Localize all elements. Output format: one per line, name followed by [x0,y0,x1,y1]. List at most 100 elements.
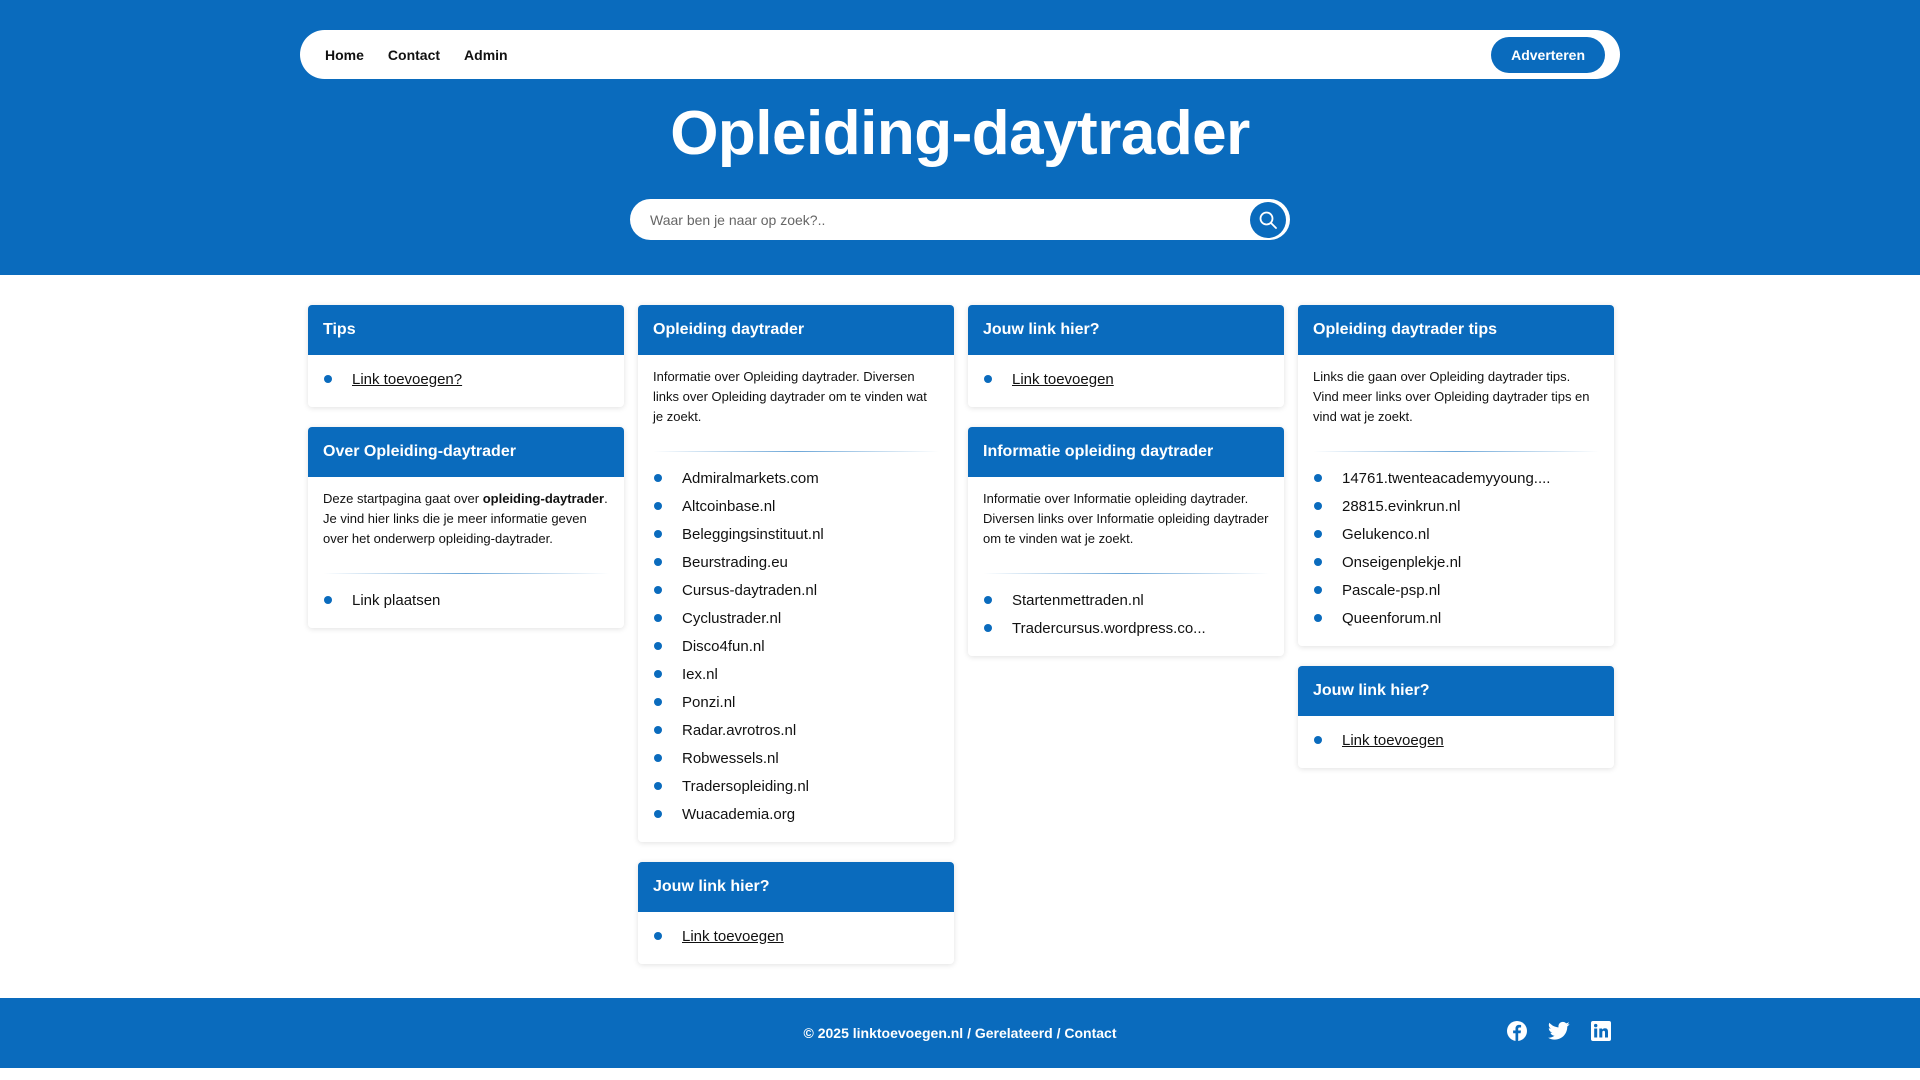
site-link[interactable]: Beleggingsinstituut.nl [682,526,824,543]
site-link[interactable]: 28815.evinkrun.nl [1342,498,1460,515]
nav-admin[interactable]: Admin [464,47,508,63]
card-opleiding-tips: Opleiding daytrader tips Links die gaan … [1298,305,1614,646]
facebook-icon[interactable] [1506,1020,1528,1042]
site-link[interactable]: Pascale-psp.nl [1342,582,1440,599]
card-title: Jouw link hier? [638,862,954,912]
card-title: Jouw link hier? [968,305,1284,355]
site-link[interactable]: Robwessels.nl [682,750,779,767]
site-link[interactable]: Wuacademia.org [682,806,795,823]
link-toevoegen[interactable]: Link toevoegen [1012,371,1114,388]
bullet-icon [654,642,662,650]
bullet-icon [984,596,992,604]
bullet-icon [654,754,662,762]
footer-separator: / [1052,1025,1065,1041]
site-link[interactable]: 14761.twenteacademyyoung.... [1342,470,1550,487]
site-link[interactable]: Radar.avrotros.nl [682,722,796,739]
list-item: Ponzi.nl [653,688,939,716]
link-list: Link toevoegen? [323,365,609,393]
list-item: Link toevoegen [1313,726,1599,754]
site-link[interactable]: Disco4fun.nl [682,638,765,655]
site-link[interactable]: Beurstrading.eu [682,554,788,571]
list-item: Robwessels.nl [653,744,939,772]
card-informatie: Informatie opleiding daytrader Informati… [968,427,1284,656]
site-link[interactable]: Gelukenco.nl [1342,526,1430,543]
list-item: Startenmettraden.nl [983,586,1269,614]
card-jouw-link: Jouw link hier? Link toevoegen [638,862,954,964]
card-description: Links die gaan over Opleiding daytrader … [1313,369,1590,424]
bullet-icon [654,698,662,706]
list-item: Gelukenco.nl [1313,520,1599,548]
bullet-icon [984,624,992,632]
site-link[interactable]: Iex.nl [682,666,718,683]
list-item: Pascale-psp.nl [1313,576,1599,604]
footer-separator: / [963,1025,975,1041]
related-link[interactable]: Gerelateerd [975,1025,1053,1041]
social-links [1506,1020,1612,1042]
card-body: Link toevoegen [968,355,1284,407]
site-link[interactable]: Cyclustrader.nl [682,610,781,627]
card-description: Deze startpagina gaat over opleiding-day… [323,487,609,549]
site-link[interactable]: Startenmettraden.nl [1012,592,1144,609]
card-title: Tips [308,305,624,355]
card-body: Informatie over Opleiding daytrader. Div… [638,355,954,441]
card-title: Informatie opleiding daytrader [968,427,1284,477]
site-link[interactable]: Ponzi.nl [682,694,735,711]
site-link[interactable]: Cursus-daytraden.nl [682,582,817,599]
column-2: Opleiding daytrader Informatie over Ople… [638,305,954,984]
list-item: Beleggingsinstituut.nl [653,520,939,548]
column-1: Tips Link toevoegen? Over Opleiding-dayt… [308,305,624,648]
card-title: Opleiding daytrader [638,305,954,355]
bullet-icon [654,558,662,566]
nav-contact[interactable]: Contact [388,47,440,63]
site-link[interactable]: Altcoinbase.nl [682,498,775,515]
bullet-icon [654,726,662,734]
list-item: Altcoinbase.nl [653,492,939,520]
bullet-icon [1314,586,1322,594]
list-item: Link toevoegen [983,365,1269,393]
card-links: Startenmettraden.nl Tradercursus.wordpres… [968,586,1284,656]
link-plaatsen[interactable]: Link plaatsen [352,592,440,609]
list-item: Link plaatsen [323,586,609,614]
column-4: Opleiding daytrader tips Links die gaan … [1298,305,1614,788]
card-links: Admiralmarkets.com Altcoinbase.nl Beleggin… [638,464,954,842]
site-link[interactable]: Onseigenplekje.nl [1342,554,1461,571]
divider [983,573,1269,574]
bullet-icon [1314,736,1322,744]
bullet-icon [1314,558,1322,566]
desc-text: Deze startpagina gaat over [323,491,483,506]
adverteren-button[interactable]: Adverteren [1491,36,1605,73]
linkedin-icon[interactable] [1590,1020,1612,1042]
footer: © 2025 linktoevoegen.nl / Gerelateerd / … [0,998,1920,1068]
copyright-link[interactable]: © 2025 linktoevoegen.nl [804,1025,964,1041]
site-link[interactable]: Tradercursus.wordpress.co... [1012,620,1206,637]
list-item: Radar.avrotros.nl [653,716,939,744]
card-body: Link toevoegen [638,912,954,964]
site-link[interactable]: Queenforum.nl [1342,610,1441,627]
twitter-icon[interactable] [1548,1020,1570,1042]
nav-home[interactable]: Home [325,47,364,63]
link-toevoegen[interactable]: Link toevoegen [682,928,784,945]
footer-links: © 2025 linktoevoegen.nl / Gerelateerd / … [0,998,1920,1068]
bullet-icon [654,810,662,818]
card-over: Over Opleiding-daytrader Deze startpagin… [308,427,624,628]
card-body: Link toevoegen? [308,355,624,407]
page-title: Opleiding-daytrader [670,99,1250,168]
link-list: 14761.twenteacademyyoung.... 28815.evinkr… [1313,464,1599,632]
card-title: Jouw link hier? [1298,666,1614,716]
link-list: Admiralmarkets.com Altcoinbase.nl Beleggin… [653,464,939,828]
site-link[interactable]: Admiralmarkets.com [682,470,819,487]
bullet-icon [324,375,332,383]
link-list: Link plaatsen [323,586,609,614]
footer-contact-link[interactable]: Contact [1064,1025,1116,1041]
card-tips: Tips Link toevoegen? [308,305,624,407]
link-toevoegen[interactable]: Link toevoegen [1342,732,1444,749]
site-link[interactable]: Tradersopleiding.nl [682,778,809,795]
bullet-icon [654,670,662,678]
search-button[interactable] [1250,201,1286,238]
link-toevoegen[interactable]: Link toevoegen? [352,371,462,388]
list-item: Onseigenplekje.nl [1313,548,1599,576]
list-item: Wuacademia.org [653,800,939,828]
list-item: Beurstrading.eu [653,548,939,576]
search-input[interactable] [650,211,1250,228]
list-item: Tradercursus.wordpress.co... [983,614,1269,642]
